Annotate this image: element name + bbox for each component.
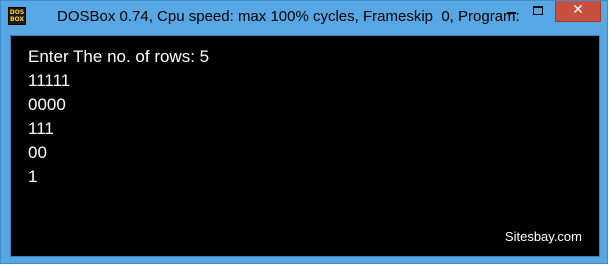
title-bar[interactable]: DOS BOX DOSBox 0.74, Cpu speed: max 100%… xyxy=(1,1,607,32)
maximize-icon xyxy=(533,6,543,15)
dosbox-icon-text: DOS BOX xyxy=(9,9,25,23)
console-line: 111 xyxy=(28,119,54,138)
console-line: 0000 xyxy=(28,95,66,114)
console-line: 11111 xyxy=(28,71,71,90)
dosbox-window: DOS BOX DOSBox 0.74, Cpu speed: max 100%… xyxy=(0,0,608,264)
watermark: Sitesbay.com xyxy=(504,229,582,244)
maximize-button[interactable] xyxy=(525,1,552,22)
dosbox-icon[interactable]: DOS BOX xyxy=(8,7,26,25)
window-title: DOSBox 0.74, Cpu speed: max 100% cycles,… xyxy=(57,8,520,25)
close-button[interactable]: ✕ xyxy=(555,1,601,22)
minimize-icon xyxy=(507,12,516,14)
console-line: 00 xyxy=(28,143,47,162)
close-icon: ✕ xyxy=(572,2,584,18)
minimize-button[interactable] xyxy=(498,1,525,22)
console-screen[interactable]: Enter The no. of rows: 5 11111 0000 111 … xyxy=(10,35,600,257)
console-line-prompt: Enter The no. of rows: 5 xyxy=(28,47,210,66)
console-line: 1 xyxy=(28,167,38,186)
